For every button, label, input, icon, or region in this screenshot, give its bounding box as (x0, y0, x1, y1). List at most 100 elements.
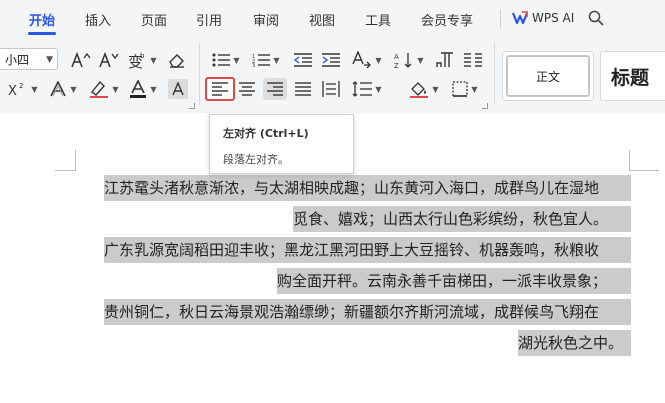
highlight-button[interactable]: ▼ (86, 79, 122, 99)
increase-font-size-button[interactable] (70, 50, 92, 70)
align-left-button[interactable] (205, 77, 235, 101)
decrease-indent-button[interactable] (292, 50, 314, 70)
wps-ai-button[interactable]: WPS AI (512, 9, 574, 27)
tab-page[interactable]: 页面 (141, 10, 167, 29)
paint-bucket-icon (410, 82, 429, 98)
distributed-align-button[interactable] (320, 79, 342, 99)
group-divider (199, 43, 200, 105)
style-title-label: 标题 (611, 67, 650, 89)
svg-text:A: A (394, 53, 399, 61)
chevron-down-icon: ▼ (471, 84, 478, 94)
wps-ai-icon (512, 11, 528, 25)
justify-icon (295, 82, 311, 96)
eraser-icon (169, 54, 184, 68)
text-effect-icon (50, 81, 67, 97)
chevron-down-icon: ▼ (417, 55, 424, 65)
chevron-down-icon: ▼ (273, 55, 280, 65)
svg-text:Z: Z (394, 62, 399, 69)
chevron-down-icon: ▼ (233, 55, 240, 65)
tab-home[interactable]: 开始 (29, 10, 55, 29)
ribbon-tab-bar: 开始 插入 页面 引用 审阅 视图 工具 会员专享 WPS AI (0, 0, 665, 37)
margin-corner-mark (75, 150, 76, 170)
margin-corner-mark (55, 170, 76, 171)
style-normal[interactable]: 正文 (502, 51, 594, 101)
show-hide-marks-button[interactable] (434, 50, 456, 70)
tab-divider (500, 10, 501, 28)
ribbon-toolbar: 小四 ▼ 变 b ▼ X 2 ▼ ▼ ▼ ▼ ▼ 1 2 3 ▼ ▼ A Z ▼… (0, 37, 665, 114)
active-tab-indicator (28, 32, 56, 35)
columns-button[interactable] (462, 50, 484, 70)
svg-text:b: b (140, 52, 145, 60)
style-normal-label: 正文 (535, 69, 560, 84)
text-line[interactable]: 贵州铜仁，秋日云海景观浩瀚缥缈；新疆额尔齐斯河流域，成群候鸟飞翔在 (104, 299, 631, 325)
shrink-font-icon (99, 52, 119, 68)
character-shading-icon (172, 82, 184, 96)
sort-button[interactable]: A Z ▼ (392, 50, 426, 70)
text-line[interactable]: 湖光秋色之中。 (518, 330, 631, 356)
font-color-icon (130, 80, 147, 98)
chevron-down-icon: ▼ (31, 84, 38, 94)
line-spacing-button[interactable]: ▼ (350, 79, 384, 99)
chevron-down-icon: ▼ (150, 84, 157, 94)
chevron-down-icon: ▼ (46, 55, 53, 65)
text-line[interactable]: 购全面开秤。云南永善千亩梯田，一派丰收景象； (277, 268, 631, 294)
svg-text:3: 3 (252, 63, 255, 67)
text-effect-button[interactable]: ▼ (46, 79, 80, 99)
clear-format-button[interactable] (166, 50, 188, 70)
sort-icon: A Z (394, 53, 412, 69)
grow-font-icon (71, 52, 91, 68)
font-color-button[interactable]: ▼ (126, 79, 160, 99)
chevron-down-icon: ▼ (112, 84, 119, 94)
justify-button[interactable] (292, 79, 314, 99)
tab-view[interactable]: 视图 (309, 10, 335, 29)
decrease-font-size-button[interactable] (98, 50, 120, 70)
svg-text:2: 2 (19, 82, 23, 90)
wps-ai-label: WPS AI (532, 11, 575, 25)
text-line[interactable]: 江苏鼋头渚秋意渐浓，与太湖相映成趣；山东黄河入海口，成群鸟儿在湿地 (104, 175, 631, 201)
tab-tools[interactable]: 工具 (365, 10, 391, 29)
indent-icon (322, 53, 340, 67)
numbered-list-button[interactable]: 1 2 3 ▼ (250, 50, 282, 70)
paragraph-dialog-launcher[interactable] (482, 103, 488, 109)
outdent-icon (294, 53, 312, 67)
align-center-button[interactable] (236, 79, 258, 99)
line-spacing-icon (352, 81, 373, 97)
chevron-down-icon: ▼ (150, 55, 157, 65)
text-line[interactable]: 广东乳源宽阔稻田迎丰收；黑龙江黑河田野上大豆摇铃、机器轰鸣，秋粮收 (104, 237, 631, 263)
bullet-list-icon (212, 53, 231, 67)
font-size-value: 小四 (5, 53, 30, 67)
tooltip-description: 段落左对齐。 (223, 153, 289, 166)
tab-insert[interactable]: 插入 (85, 10, 111, 29)
highlighter-icon (90, 80, 109, 98)
distributed-align-icon (322, 81, 340, 97)
search-button[interactable] (587, 9, 605, 27)
search-icon (588, 10, 604, 26)
phonetic-guide-button[interactable]: 变 b ▼ (126, 50, 158, 70)
bullet-list-button[interactable]: ▼ (210, 50, 242, 70)
tab-member[interactable]: 会员专享 (421, 10, 473, 29)
shading-button[interactable]: ▼ (406, 79, 442, 99)
increase-indent-button[interactable] (320, 50, 342, 70)
borders-button[interactable]: ▼ (448, 79, 482, 99)
numbered-list-icon: 1 2 3 (252, 54, 271, 67)
style-normal-preview: 正文 (506, 55, 590, 97)
tab-references[interactable]: 引用 (196, 10, 222, 29)
text-line[interactable]: 觅食、嬉戏；山西太行山色彩缤纷，秋色宜人。 (293, 206, 631, 232)
align-right-button[interactable] (263, 78, 287, 100)
margin-corner-mark (629, 150, 630, 170)
font-dialog-launcher[interactable] (189, 103, 195, 109)
tab-review[interactable]: 审阅 (253, 10, 279, 29)
align-left-icon (212, 82, 228, 96)
phonetic-icon: 变 b (128, 52, 145, 69)
align-right-icon (267, 82, 283, 96)
svg-text:X: X (8, 84, 17, 97)
superscript-icon: X 2 (8, 82, 23, 97)
margin-corner-mark (629, 170, 659, 171)
chevron-down-icon: ▼ (432, 84, 439, 94)
superscript-button[interactable]: X 2 ▼ (6, 79, 40, 99)
font-size-select[interactable]: 小四 ▼ (0, 48, 58, 70)
borders-icon (452, 81, 469, 97)
align-left-tooltip: 左对齐 (Ctrl+L) 段落左对齐。 (209, 114, 354, 174)
character-shading-button[interactable] (168, 79, 188, 99)
text-direction-button[interactable]: ▼ (350, 50, 384, 70)
